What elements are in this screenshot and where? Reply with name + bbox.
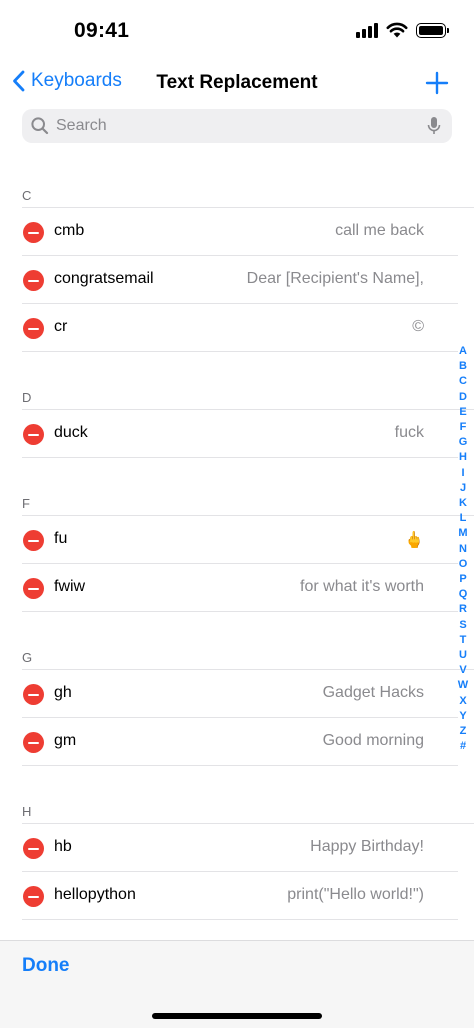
index-letter[interactable]: Q	[459, 587, 468, 602]
page-title: Text Replacement	[156, 72, 318, 93]
status-time: 09:41	[74, 19, 130, 42]
status-bar: 09:41	[0, 0, 474, 62]
index-letter[interactable]: I	[461, 466, 464, 481]
phrase-text: call me back	[335, 222, 424, 239]
replacement-list: Ccmb call me back congratsemail Dear [Recip…	[0, 150, 474, 978]
plus-icon[interactable]	[424, 70, 450, 96]
search-bar	[22, 109, 452, 143]
phrase-text: Good morning	[322, 732, 424, 749]
index-letter[interactable]: L	[460, 511, 467, 526]
done-button[interactable]: Done	[22, 955, 70, 977]
section-index[interactable]: A B C D E F G H I J K L M N O P Q R S T U V W X Y Z #	[456, 344, 470, 754]
phrase-text: Happy Birthday!	[310, 838, 424, 855]
delete-icon[interactable]	[23, 886, 44, 907]
replacement-row[interactable]: hellopython print("Hello world!")	[0, 872, 474, 920]
index-letter[interactable]: Y	[459, 709, 466, 724]
replacement-row[interactable]: cmb call me back	[0, 208, 474, 256]
phrase-text: 🖕	[404, 532, 424, 549]
section-header: D	[0, 352, 474, 410]
shortcut-text: cmb	[54, 222, 85, 239]
phrase-text: print("Hello world!")	[287, 886, 424, 903]
battery-icon	[416, 22, 449, 38]
index-letter[interactable]: E	[459, 405, 466, 420]
shortcut-text: gh	[54, 684, 72, 701]
section-header: H	[0, 766, 474, 824]
index-letter[interactable]: W	[458, 678, 468, 693]
section-letter: F	[22, 496, 30, 511]
section-header: F	[0, 458, 474, 516]
delete-icon[interactable]	[23, 578, 44, 599]
index-letter[interactable]: B	[459, 359, 467, 374]
replacement-row[interactable]: duck fuck	[0, 410, 474, 458]
shortcut-text: gm	[54, 732, 77, 749]
wifi-icon	[386, 22, 408, 38]
replacement-row[interactable]: cr ©	[0, 304, 474, 352]
index-letter[interactable]: J	[460, 481, 466, 496]
delete-icon[interactable]	[23, 424, 44, 445]
section-header: G	[0, 612, 474, 670]
shortcut-text: fu	[54, 530, 68, 547]
delete-icon[interactable]	[23, 270, 44, 291]
replacement-row[interactable]: gm Good morning	[0, 718, 474, 766]
bottom-toolbar: Done	[0, 940, 474, 1028]
delete-icon[interactable]	[23, 684, 44, 705]
replacement-row[interactable]: fu 🖕	[0, 516, 474, 564]
section-header: C	[0, 150, 474, 208]
home-indicator	[152, 1013, 322, 1019]
shortcut-text: hellopython	[54, 886, 136, 903]
replacement-row[interactable]: congratsemail Dear [Recipient's Name],	[0, 256, 474, 304]
magnifier-icon	[31, 117, 49, 135]
replacement-row[interactable]: gh Gadget Hacks	[0, 670, 474, 718]
index-letter[interactable]: R	[459, 602, 467, 617]
index-letter[interactable]: X	[459, 694, 466, 709]
replacement-row[interactable]: hb Happy Birthday!	[0, 824, 474, 872]
index-letter[interactable]: G	[459, 435, 468, 450]
index-letter[interactable]: Z	[460, 724, 467, 739]
section-letter: D	[22, 390, 32, 405]
shortcut-text: cr	[54, 318, 68, 335]
phrase-text: for what it's worth	[300, 578, 424, 595]
index-letter[interactable]: M	[458, 526, 467, 541]
phrase-text: ©	[412, 318, 424, 335]
section-letter: C	[22, 188, 32, 203]
phrase-text: Dear [Recipient's Name],	[246, 270, 424, 287]
index-letter[interactable]: O	[459, 557, 468, 572]
delete-icon[interactable]	[23, 530, 44, 551]
microphone-icon[interactable]	[426, 116, 442, 136]
delete-icon[interactable]	[23, 318, 44, 339]
signal-icon	[356, 22, 378, 38]
index-letter[interactable]: H	[459, 450, 467, 465]
replacement-row[interactable]: fwiw for what it's worth	[0, 564, 474, 612]
index-letter[interactable]: D	[459, 390, 467, 405]
phrase-text: fuck	[394, 424, 424, 441]
index-letter[interactable]: C	[459, 374, 467, 389]
shortcut-text: fwiw	[54, 578, 86, 595]
index-letter[interactable]: S	[459, 618, 466, 633]
index-letter[interactable]: N	[459, 542, 467, 557]
index-letter[interactable]: P	[459, 572, 466, 587]
section-letter: H	[22, 804, 32, 819]
status-icons	[356, 22, 449, 38]
index-letter[interactable]: A	[459, 344, 467, 359]
index-letter[interactable]: T	[460, 633, 467, 648]
index-letter[interactable]: U	[459, 648, 467, 663]
search-input[interactable]	[56, 117, 416, 135]
delete-icon[interactable]	[23, 838, 44, 859]
index-letter[interactable]: K	[459, 496, 467, 511]
shortcut-text: hb	[54, 838, 72, 855]
shortcut-text: duck	[54, 424, 88, 441]
phrase-text: Gadget Hacks	[322, 684, 424, 701]
index-letter[interactable]: F	[460, 420, 467, 435]
index-letter[interactable]: V	[459, 663, 466, 678]
shortcut-text: congratsemail	[54, 270, 154, 287]
delete-icon[interactable]	[23, 222, 44, 243]
navigation-bar: Keyboards Text Replacement	[0, 62, 474, 106]
delete-icon[interactable]	[23, 732, 44, 753]
section-letter: G	[22, 650, 33, 665]
index-letter[interactable]: #	[460, 739, 466, 754]
